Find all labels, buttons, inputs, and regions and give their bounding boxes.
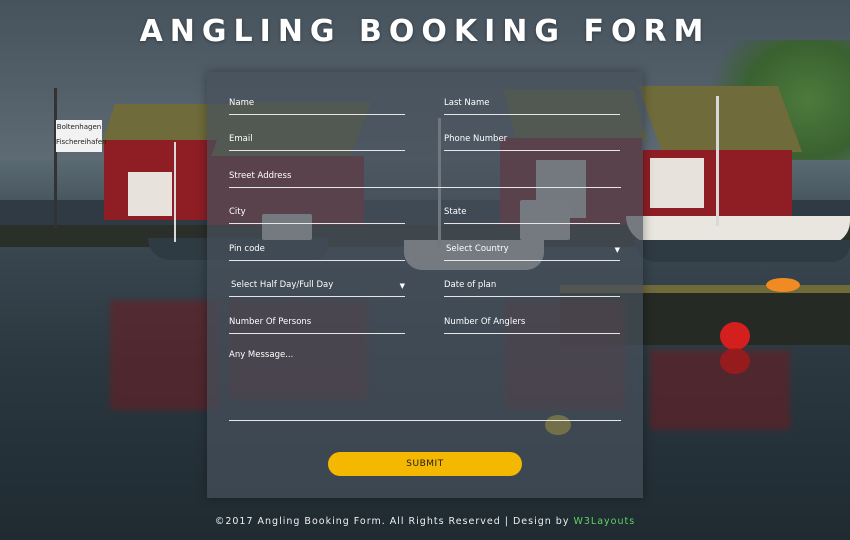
- buoy-reflection: [720, 348, 750, 374]
- boat-hull: [634, 240, 850, 262]
- copyright-text: ©2017 Angling Booking Form. All Rights R…: [214, 516, 574, 527]
- select-value: Select Country: [446, 244, 509, 254]
- field-placeholder: Pin code: [229, 244, 265, 254]
- field-placeholder: Number Of Anglers: [444, 317, 526, 327]
- footer: ©2017 Angling Booking Form. All Rights R…: [0, 516, 850, 527]
- message-textarea[interactable]: Any Message...: [229, 348, 621, 421]
- email-field[interactable]: Email: [229, 128, 405, 151]
- field-placeholder: Email: [229, 134, 253, 144]
- mast: [174, 142, 176, 242]
- date-field[interactable]: Date of plan: [444, 274, 620, 297]
- designer-link[interactable]: W3Layouts: [573, 516, 635, 527]
- field-placeholder: Any Message...: [229, 350, 294, 360]
- pin-code-field[interactable]: Pin code: [229, 238, 405, 261]
- page-title: ANGLING BOOKING FORM: [139, 14, 711, 49]
- house-door: [128, 172, 172, 216]
- persons-field[interactable]: Number Of Persons: [229, 311, 405, 334]
- field-placeholder: Phone Number: [444, 134, 508, 144]
- buoy: [720, 322, 750, 350]
- city-field[interactable]: City: [229, 201, 405, 224]
- select-value: Select Half Day/Full Day: [231, 280, 334, 290]
- harbour-sign: Boltenhagen Fischereihafen: [56, 120, 107, 152]
- chevron-down-icon: ▼: [399, 282, 405, 290]
- field-placeholder: City: [229, 207, 246, 217]
- last-name-field[interactable]: Last Name: [444, 92, 620, 115]
- street-address-field[interactable]: Street Address: [229, 165, 621, 188]
- buoy: [766, 278, 800, 292]
- country-select[interactable]: Select Country ▼: [444, 238, 620, 261]
- field-placeholder: Last Name: [444, 98, 490, 108]
- house-roof: [637, 86, 803, 152]
- sign-line: Boltenhagen: [56, 123, 102, 131]
- field-placeholder: Date of plan: [444, 280, 497, 290]
- field-placeholder: State: [444, 207, 467, 217]
- name-field[interactable]: Name: [229, 92, 405, 115]
- field-placeholder: Street Address: [229, 171, 292, 181]
- state-field[interactable]: State: [444, 201, 620, 224]
- field-placeholder: Name: [229, 98, 255, 108]
- reflection: [110, 300, 220, 410]
- phone-field[interactable]: Phone Number: [444, 128, 620, 151]
- sign-line: Fischereihafen: [56, 138, 107, 146]
- house-door: [650, 158, 704, 208]
- day-type-select[interactable]: Select Half Day/Full Day ▼: [229, 274, 405, 297]
- booking-form: Name Last Name Email Phone Number Street…: [207, 72, 643, 498]
- field-placeholder: Number Of Persons: [229, 317, 312, 327]
- submit-button[interactable]: SUBMIT: [328, 452, 522, 476]
- anglers-field[interactable]: Number Of Anglers: [444, 311, 620, 334]
- mast: [716, 96, 719, 226]
- sign-pole: [54, 88, 57, 228]
- chevron-down-icon: ▼: [614, 246, 620, 254]
